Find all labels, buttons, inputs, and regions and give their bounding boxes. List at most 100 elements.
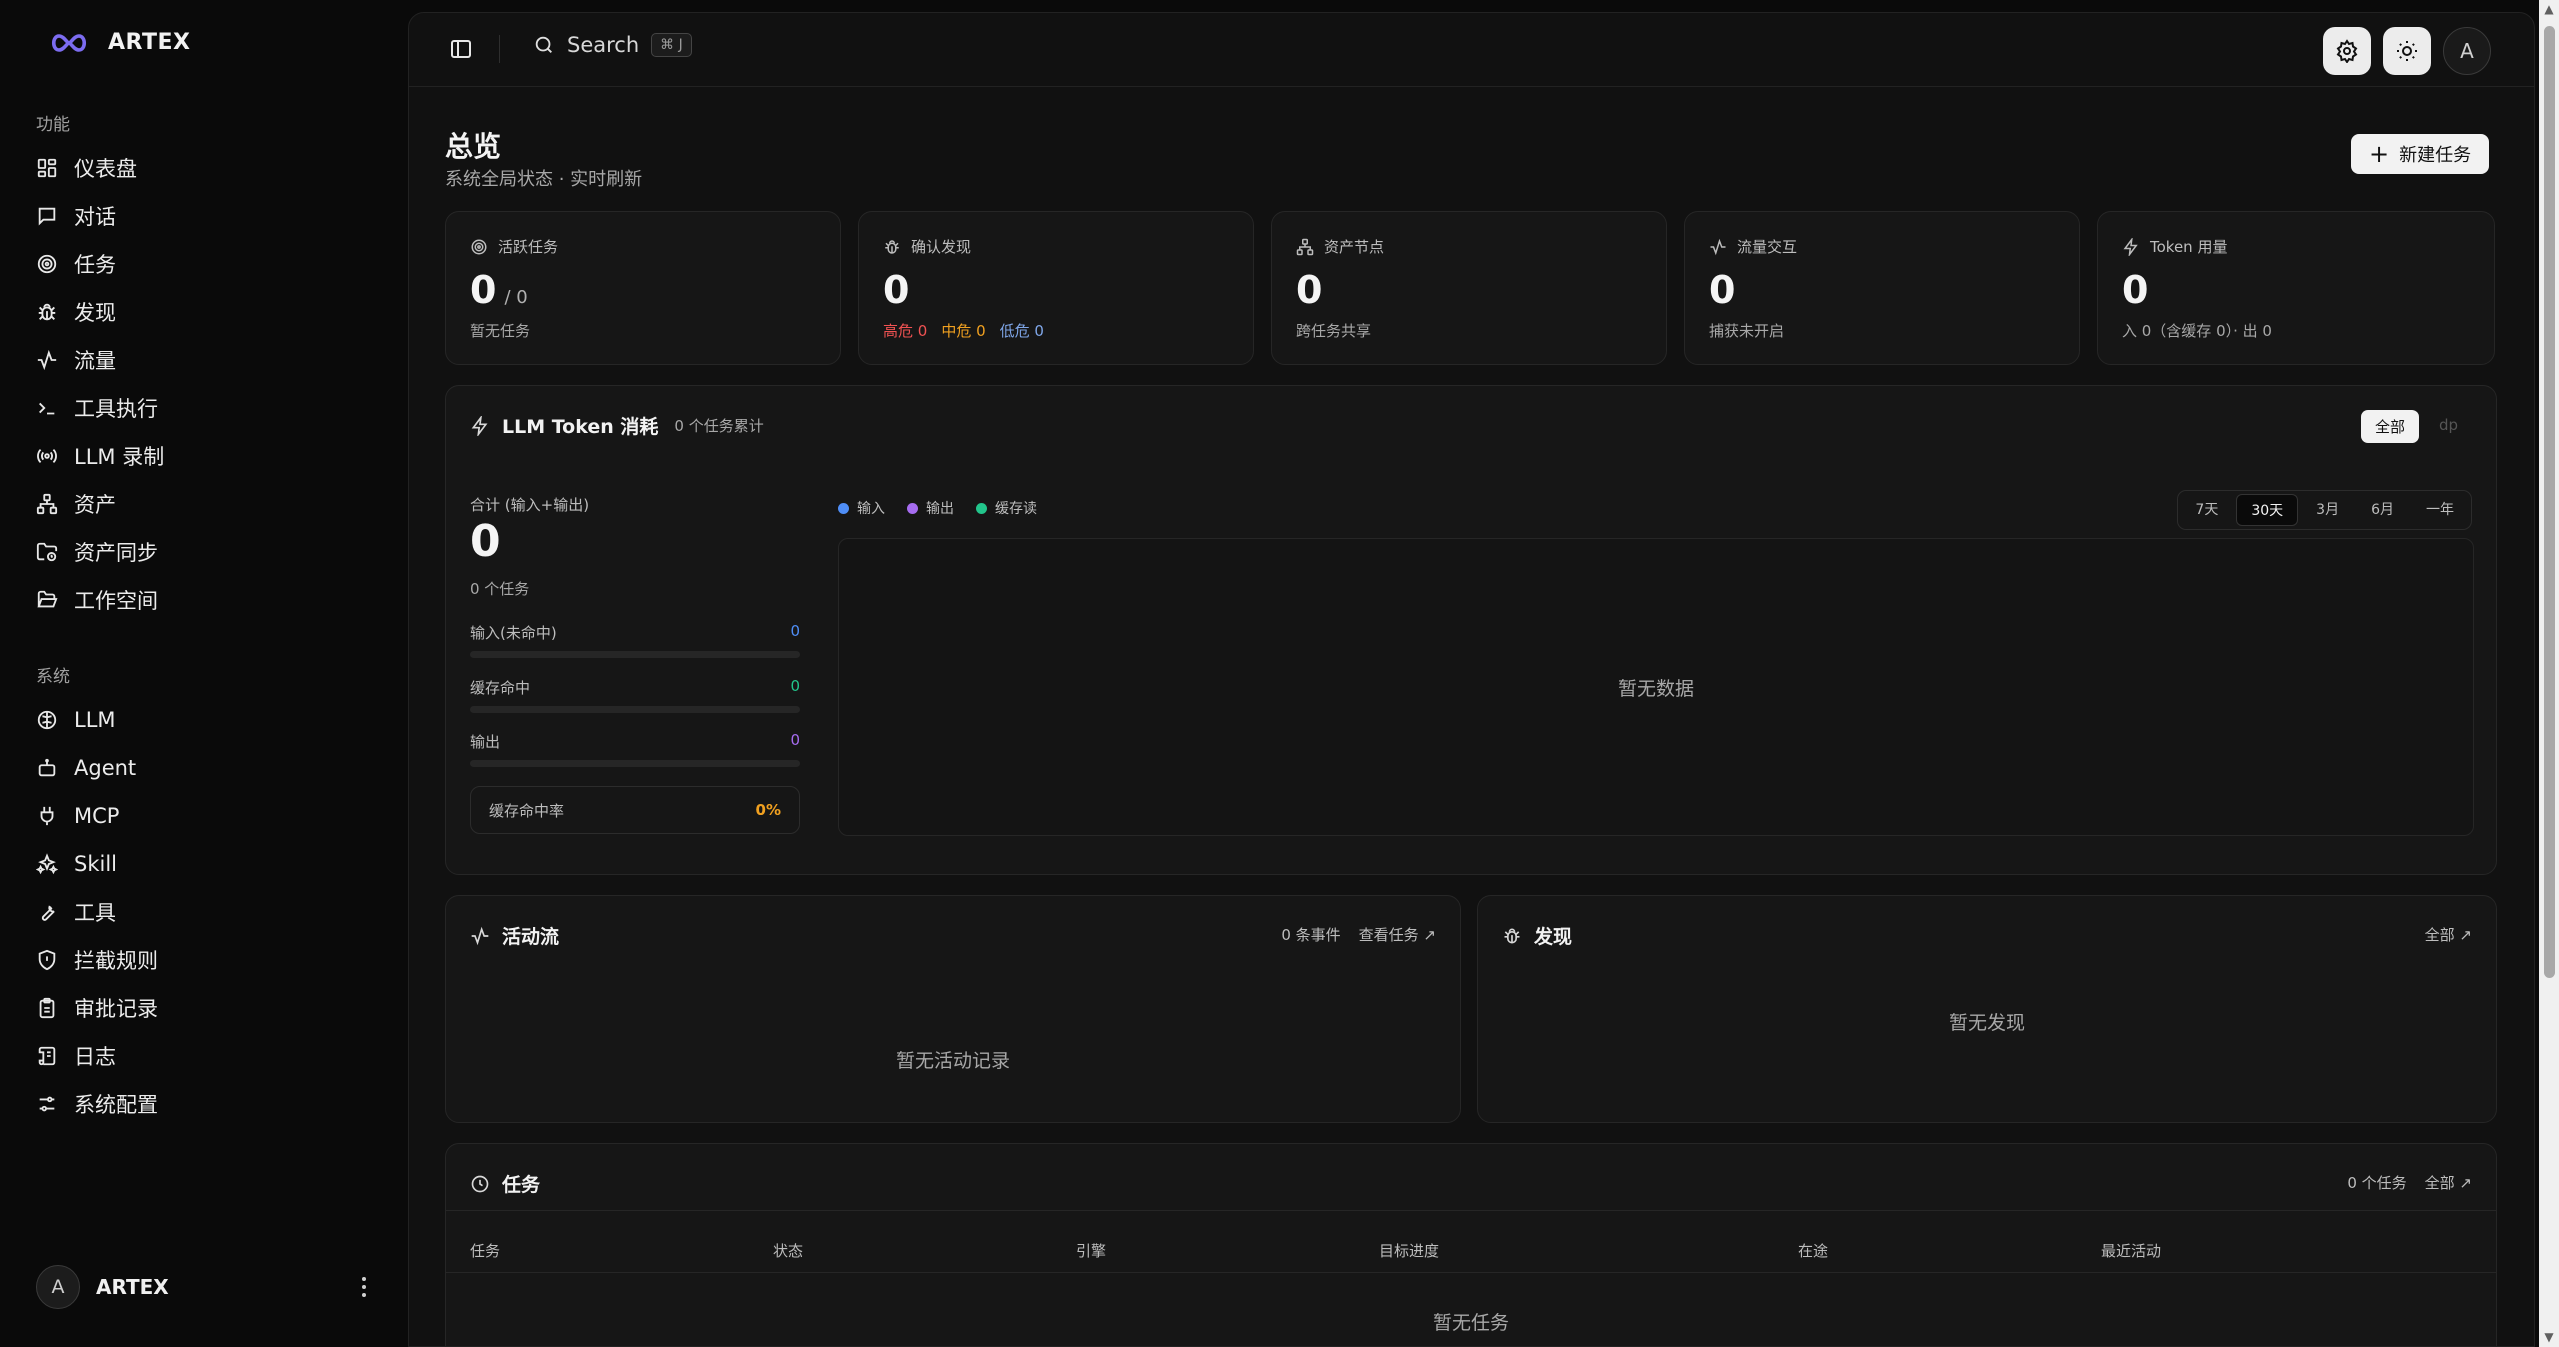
sidebar-item-dashboard[interactable]: 仪表盘 — [36, 144, 376, 192]
findings-header: 发现 — [1502, 922, 1572, 949]
sidebar-item-label: 系统配置 — [74, 1093, 158, 1117]
scope-switch: 全部 dp — [2360, 410, 2472, 443]
bot-icon — [38, 758, 56, 777]
meter-label: 输出 — [470, 733, 501, 751]
sidebar-item-llm[interactable]: LLM — [36, 696, 376, 744]
target-icon — [37, 254, 57, 274]
range-6m[interactable]: 6月 — [2357, 494, 2408, 526]
stat-label: Token 用量 — [2150, 238, 2228, 256]
sidebar-toggle-icon[interactable] — [449, 37, 473, 61]
hit-rate-label: 缓存命中率 — [489, 801, 565, 820]
sum-tasks: 0 个任务 — [470, 580, 530, 598]
stat-card-findings[interactable]: 确认发现 0 高危 0 中危 0 低危 0 — [858, 211, 1254, 365]
sidebar-item-workspace[interactable]: 工作空间 — [36, 576, 376, 624]
activity-card: 活动流 0 条事件 查看任务 ↗ 暂无活动记录 — [445, 895, 1461, 1123]
column-header[interactable]: 最近活动 — [2101, 1240, 2161, 1261]
target-icon — [471, 239, 487, 254]
brain-icon — [37, 710, 57, 730]
sidebar-item-llm-recording[interactable]: LLM 录制 — [36, 432, 376, 480]
search-shortcut: ⌘ J — [651, 33, 692, 57]
severity-medium: 中危 0 — [941, 322, 986, 340]
view-tasks-link[interactable]: 查看任务 ↗ — [1359, 924, 1436, 945]
sidebar-item-traffic[interactable]: 流量 — [36, 336, 376, 384]
stat-card-traffic[interactable]: 流量交互 0 捕获未开启 — [1684, 211, 2080, 365]
legend-item-output[interactable]: 输出 — [907, 498, 954, 518]
stat-value: 0 — [2122, 268, 2149, 312]
sidebar-item-asset-sync[interactable]: 资产同步 — [36, 528, 376, 576]
sidebar-item-tasks[interactable]: 任务 — [36, 240, 376, 288]
sidebar-item-label: 对话 — [74, 205, 116, 229]
legend-item-cache-read[interactable]: 缓存读 — [976, 498, 1037, 518]
sidebar-item-system-config[interactable]: 系统配置 — [36, 1080, 376, 1128]
user-menu[interactable]: A ARTEX — [36, 1263, 376, 1311]
sidebar-item-logs[interactable]: 日志 — [36, 1032, 376, 1080]
search-label: Search — [567, 33, 640, 57]
activity-icon — [471, 926, 489, 945]
sidebar-item-intercept-rules[interactable]: 拦截规则 — [36, 936, 376, 984]
findings-title: 发现 — [1534, 926, 1573, 948]
sidebar-item-label: 日志 — [74, 1045, 116, 1069]
meter-label: 缓存命中 — [470, 679, 531, 697]
tasks-all-link[interactable]: 全部 ↗ — [2425, 1172, 2472, 1193]
stat-foot: 入 0（含缓存 0）· 出 0 — [2122, 322, 2272, 340]
search-trigger[interactable]: Search ⌘ J — [533, 33, 692, 57]
stat-card-token-usage[interactable]: Token 用量 0 入 0（含缓存 0）· 出 0 — [2097, 211, 2495, 365]
findings-all-link[interactable]: 全部 ↗ — [2425, 924, 2472, 945]
stat-card-active-tasks[interactable]: 活跃任务 0 / 0 暂无任务 — [445, 211, 841, 365]
sidebar-item-assets[interactable]: 资产 — [36, 480, 376, 528]
column-header[interactable]: 目标进度 — [1379, 1240, 1439, 1261]
wrench-icon — [41, 905, 55, 921]
scrollbar-thumb[interactable] — [2544, 26, 2555, 978]
avatar[interactable]: A — [2443, 27, 2491, 75]
main-panel: Search ⌘ J A 总览 系统全局状态 · 实时刷新 + 新建任务 活跃任… — [408, 12, 2535, 1347]
column-header[interactable]: 状态 — [773, 1240, 803, 1261]
chart-legend: 输入 输出 缓存读 — [838, 498, 1037, 518]
scroll-up-arrow-icon[interactable]: ▲ — [2542, 2, 2556, 16]
sidebar-item-label: LLM — [74, 708, 116, 732]
stat-value: 0 — [1296, 268, 1323, 312]
range-30d[interactable]: 30天 — [2236, 494, 2299, 526]
divider — [446, 1210, 2496, 1211]
stat-header: 流量交互 — [1709, 236, 1797, 257]
stat-card-assets[interactable]: 资产节点 0 跨任务共享 — [1271, 211, 1667, 365]
section-label-features: 功能 — [36, 115, 70, 135]
scope-all-button[interactable]: 全部 — [2360, 410, 2419, 443]
column-header[interactable]: 在途 — [1798, 1240, 1828, 1261]
sidebar-item-label: 工具执行 — [74, 397, 158, 421]
sidebar-item-skill[interactable]: Skill — [36, 840, 376, 888]
sidebar-item-mcp[interactable]: MCP — [36, 792, 376, 840]
settings-button[interactable] — [2323, 27, 2371, 75]
sidebar-item-tool-exec[interactable]: 工具执行 — [36, 384, 376, 432]
new-task-button[interactable]: + 新建任务 — [2351, 134, 2490, 174]
scope-dp-button[interactable]: dp — [2425, 410, 2472, 443]
findings-empty-message: 暂无发现 — [1948, 1012, 2025, 1034]
brand[interactable]: ARTEX — [48, 30, 190, 55]
zap-icon — [2123, 237, 2138, 256]
range-3m[interactable]: 3月 — [2302, 494, 2353, 526]
nav-system: LLM Agent MCP Skill 工具 拦截规则 审批记录 日志 系统配置 — [36, 696, 376, 1128]
more-vertical-icon[interactable] — [352, 1273, 376, 1301]
column-header[interactable]: 任务 — [470, 1240, 500, 1261]
sidebar-item-chat[interactable]: 对话 — [36, 192, 376, 240]
sidebar-item-approvals[interactable]: 审批记录 — [36, 984, 376, 1032]
stat-foot: 捕获未开启 — [1709, 322, 1785, 340]
stat-foot: 暂无任务 — [470, 322, 531, 340]
legend-label: 输出 — [926, 501, 954, 517]
legend-label: 输入 — [857, 501, 885, 517]
theme-toggle-button[interactable] — [2383, 27, 2431, 75]
column-header[interactable]: 引擎 — [1076, 1240, 1106, 1261]
sidebar-item-label: 工具 — [74, 901, 116, 925]
range-1y[interactable]: 一年 — [2412, 494, 2468, 526]
sidebar-item-agent[interactable]: Agent — [36, 744, 376, 792]
legend-item-input[interactable]: 输入 — [838, 498, 885, 518]
brand-name: ARTEX — [108, 30, 191, 55]
sidebar-item-tools[interactable]: 工具 — [36, 888, 376, 936]
tasks-title: 任务 — [502, 1174, 541, 1196]
range-7d[interactable]: 7天 — [2181, 494, 2232, 526]
stat-foot: 高危 0 中危 0 低危 0 — [883, 320, 1044, 341]
legend-dot — [907, 502, 918, 514]
activity-meta: 0 条事件 查看任务 ↗ — [1281, 924, 1436, 945]
folder-sync-icon — [36, 542, 58, 562]
scroll-down-arrow-icon[interactable]: ▼ — [2542, 1330, 2556, 1344]
sidebar-item-findings[interactable]: 发现 — [36, 288, 376, 336]
